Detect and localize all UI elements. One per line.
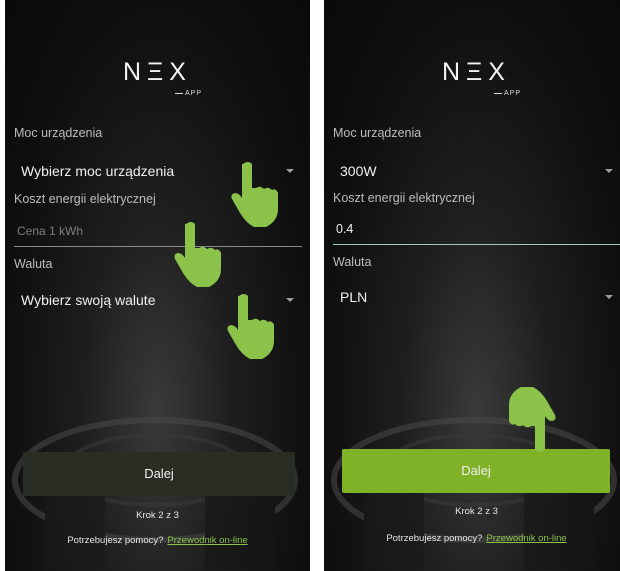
pointing-hand-icon [231,162,278,227]
pointing-hand-icon [509,387,556,452]
help-text: Potrzebujesz pomocy? [67,535,164,546]
pointing-hand-icon [174,222,221,287]
dropdown-caret-icon [605,169,613,173]
dropdown-caret-icon [286,298,294,302]
step-indicator: Krok 2 z 3 [136,510,179,521]
setup-screen-filled: NΞX APP Moc urządzenia 300W Koszt energi… [324,0,620,571]
next-button[interactable]: Dalej [342,449,610,493]
energy-cost-placeholder: Cena 1 kWh [17,224,84,238]
logo-subtext: APP [494,90,521,97]
online-guide-link[interactable]: Przewodnik on-line [167,535,247,546]
help-row: Potrzebujesz pomocy? Przewodnik on-line [5,535,310,546]
pointing-hand-icon [227,294,274,359]
online-guide-link[interactable]: Przewodnik on-line [486,533,566,544]
currency-label: Waluta [14,257,53,271]
app-logo: NΞX APP [5,58,310,97]
currency-value: Wybierz swoją walute [21,292,156,308]
setup-screen-empty: NΞX APP Moc urządzenia Wybierz moc urząd… [5,0,310,571]
device-power-label: Moc urządzenia [14,126,103,140]
currency-value: PLN [340,289,368,305]
device-power-label: Moc urządzenia [333,126,422,140]
device-power-value: 300W [340,163,377,179]
currency-label: Waluta [333,255,372,269]
help-text: Potrzebujesz pomocy? [386,533,483,544]
energy-cost-label: Koszt energii elektrycznej [333,191,475,205]
dropdown-caret-icon [286,169,294,173]
device-power-select[interactable]: 300W [333,156,619,186]
currency-select[interactable]: PLN [333,282,619,312]
step-indicator: Krok 2 z 3 [455,506,498,517]
energy-cost-label: Koszt energii elektrycznej [14,192,156,206]
device-power-value: Wybierz moc urządzenia [21,163,175,179]
energy-cost-input[interactable]: 0.4 [333,216,620,245]
next-button[interactable]: Dalej [23,452,295,496]
app-logo: NΞX APP [324,58,620,97]
energy-cost-value: 0.4 [336,222,354,236]
help-row: Potrzebujesz pomocy? Przewodnik on-line [324,533,620,544]
logo-text: NΞX [123,58,192,86]
dropdown-caret-icon [605,295,613,299]
logo-subtext: APP [175,90,202,97]
logo-text: NΞX [442,58,511,86]
